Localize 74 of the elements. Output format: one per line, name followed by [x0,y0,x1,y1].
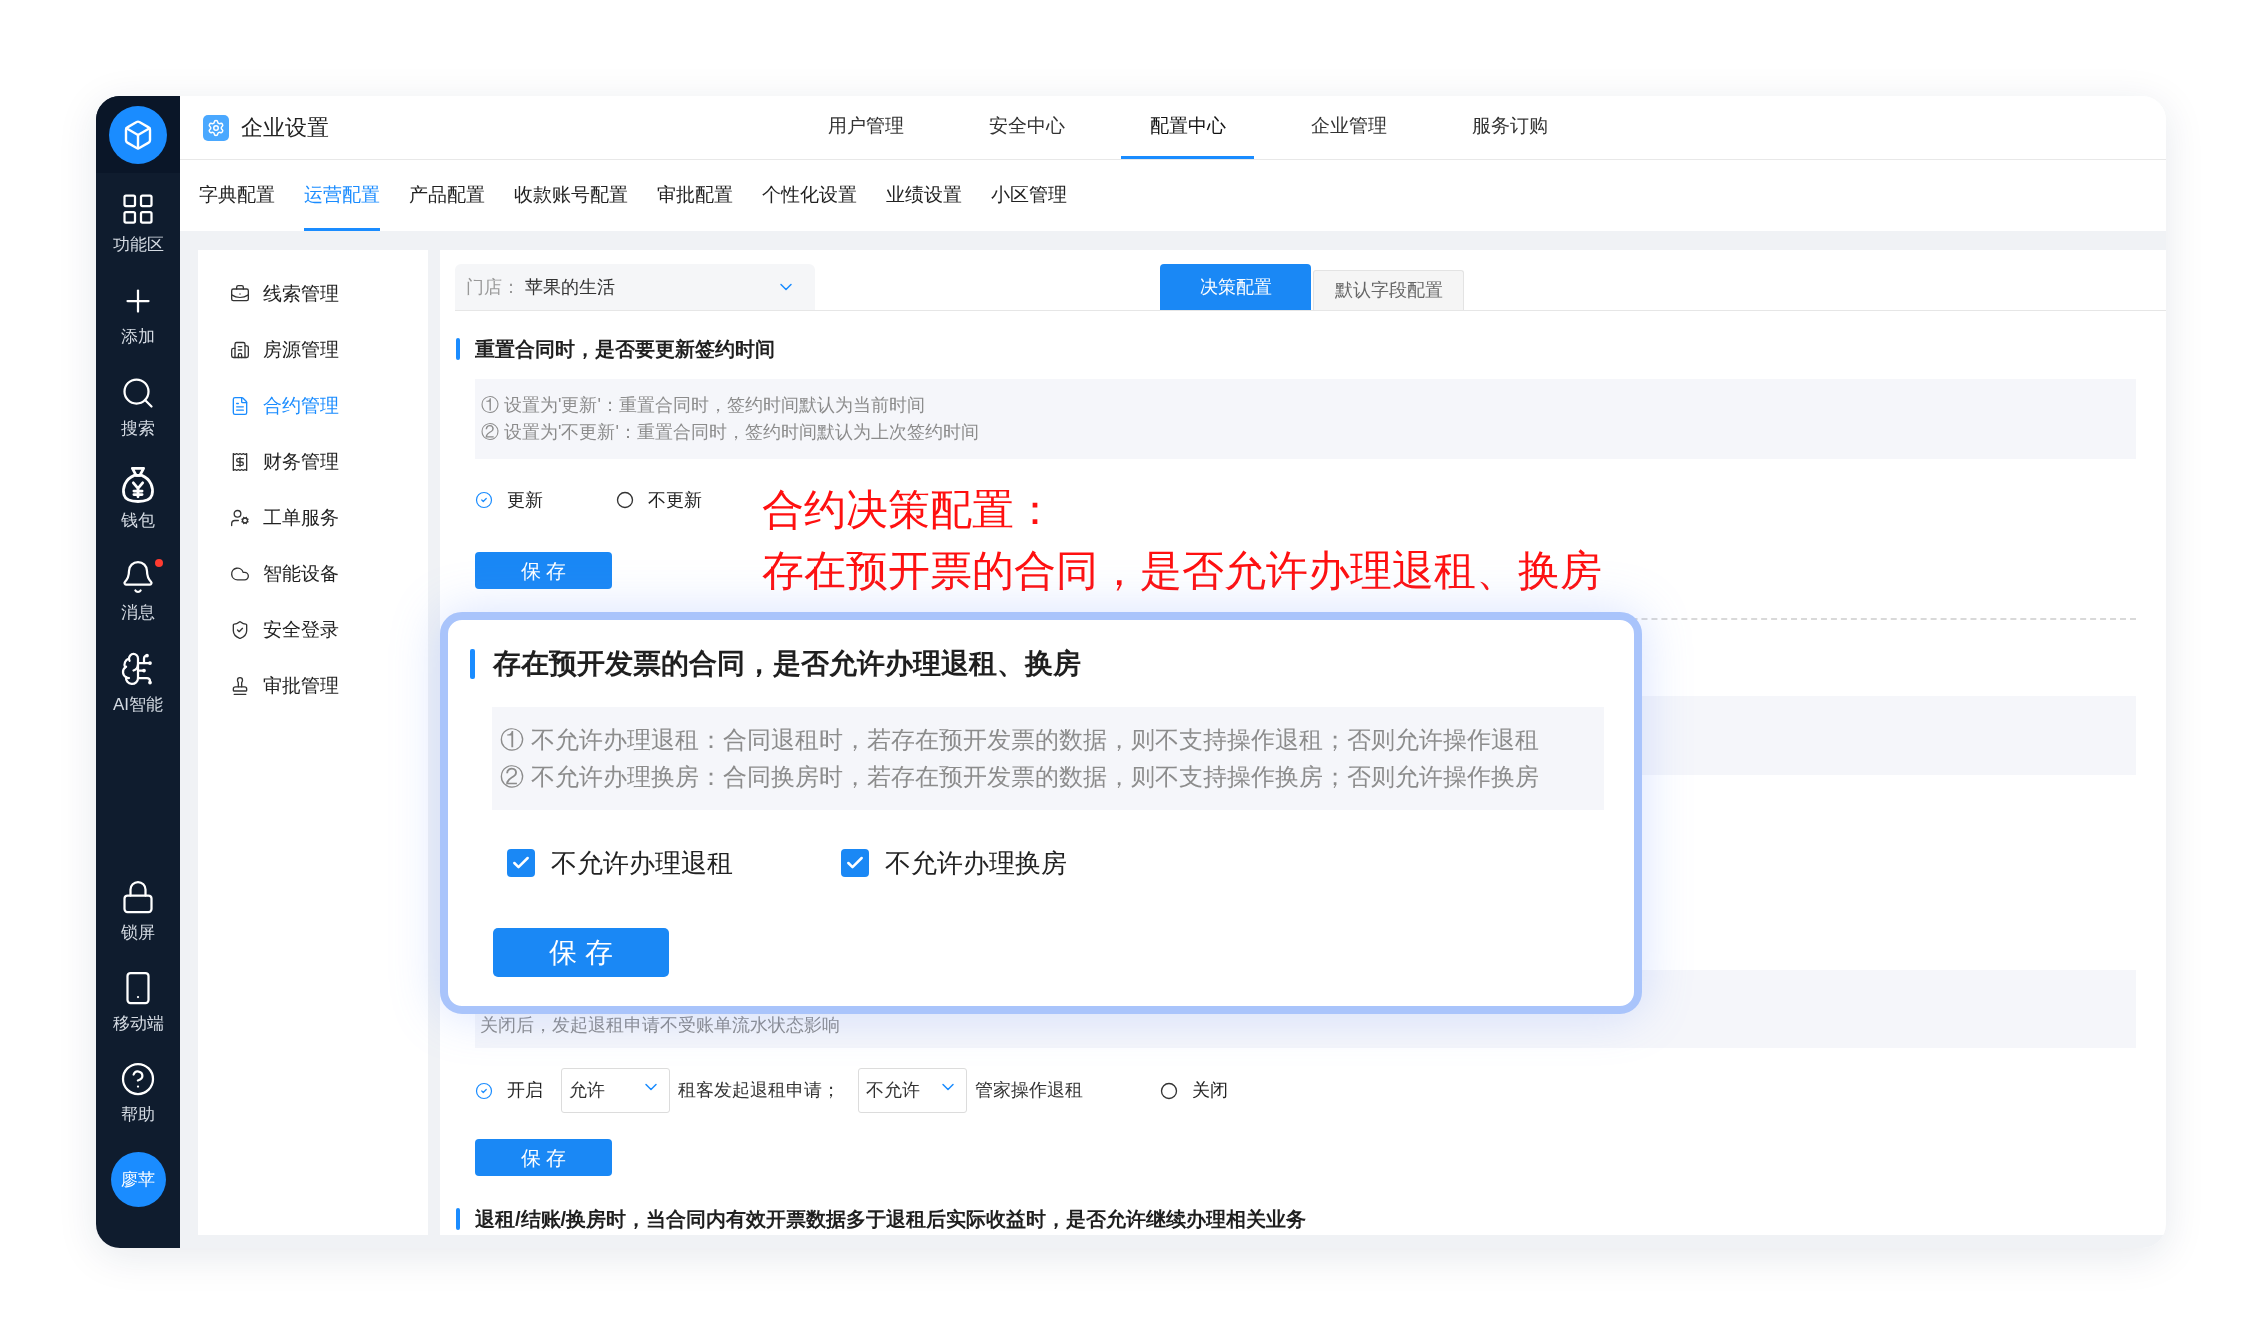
sidebar-item[interactable]: AI智能 [96,651,180,743]
nav-tab[interactable]: 安全中心 [960,96,1093,159]
config-tab[interactable]: 决策配置 [1160,264,1311,310]
save-button[interactable]: 保 存 [493,928,669,977]
stamp-icon [230,676,250,696]
heading-marker-icon [456,338,460,360]
radio-option[interactable]: 更新 [475,488,543,512]
menu-item[interactable]: 安全登录 [198,602,428,658]
section-title: 退租/结账/换房时，当合同内有效开票数据多于退租后实际收益时，是否允许继续办理相关业务 [475,1207,1307,1232]
note-text: ② 设置为'不更新'：重置合同时，签约时间默认为上次签约时间 [481,421,979,444]
inline-label: 管家操作退租 [975,1079,1083,1102]
sidebar-item[interactable]: 添加 [96,283,180,375]
menu-item[interactable]: 智能设备 [198,546,428,602]
radio-option[interactable]: 不更新 [616,488,702,512]
dropdown-select[interactable]: 不允许 [858,1068,967,1113]
sub-tab[interactable]: 产品配置 [409,160,485,231]
note-text: ① 不允许办理退租：合同退租时，若存在预开发票的数据，则不支持操作退租；否则允许操作退租 [500,725,1539,755]
search-icon [120,375,156,411]
heading-marker-icon [470,649,475,679]
heading-marker-icon [456,1208,460,1230]
menu-item[interactable]: 房源管理 [198,322,428,378]
note-text: 关闭后，发起退租申请不受账单流水状态影响 [480,1015,840,1035]
radio-option[interactable]: 开启 [475,1078,543,1103]
popup-title: 存在预开发票的合同，是否允许办理退租、换房 [493,648,1081,680]
store-label: 门店： [466,275,520,299]
save-button[interactable]: 保 存 [475,1139,612,1176]
sub-tab[interactable]: 审批配置 [657,160,733,231]
sub-tab[interactable]: 收款账号配置 [514,160,628,231]
dropdown-select[interactable]: 允许 [561,1068,670,1113]
menu-item[interactable]: 审批管理 [198,658,428,714]
sidebar-item[interactable]: 消息 [96,559,180,651]
menu-item[interactable]: 线索管理 [198,266,428,322]
note-text: ① 设置为'更新'：重置合同时，签约时间默认为当前时间 [481,394,925,417]
help-icon [120,1061,156,1097]
page-title: 企业设置 [241,114,329,142]
nav-tab[interactable]: 用户管理 [799,96,932,159]
sub-tab[interactable]: 个性化设置 [762,160,857,231]
sub-tab[interactable]: 字典配置 [199,160,275,231]
section-title: 重置合同时，是否要更新签约时间 [475,337,775,362]
sidebar-item[interactable]: 锁屏 [96,879,180,970]
menu-item[interactable]: 工单服务 [198,490,428,546]
sub-tab[interactable]: 业绩设置 [886,160,962,231]
bell-icon [120,559,156,595]
store-select[interactable]: 门店： 苹果的生活 [455,264,815,310]
shield-check-icon [230,620,250,640]
money-bag-icon [120,467,156,503]
checkbox-option[interactable]: 不允许办理退租 [507,849,733,877]
sub-tab[interactable]: 小区管理 [991,160,1067,231]
grid-icon [120,191,156,227]
lock-icon [120,879,156,915]
config-tab[interactable]: 默认字段配置 [1313,270,1464,310]
note-text: ② 不允许办理换房：合同换房时，若存在预开发票的数据，则不支持操作换房；否则允许操作换房 [500,762,1539,792]
sidebar-item[interactable]: 帮助 [96,1061,180,1152]
annotation-text: 合约决策配置： [762,485,1056,535]
cloud-icon [230,564,250,584]
sidebar-item[interactable]: 搜索 [96,375,180,467]
receipt-icon [230,452,250,472]
nav-tab[interactable]: 服务订购 [1443,96,1576,159]
radio-option[interactable]: 关闭 [1160,1078,1228,1103]
document-icon [230,396,250,416]
checkbox-option[interactable]: 不允许办理换房 [841,849,1067,877]
logo-icon[interactable] [109,105,167,164]
save-button[interactable]: 保 存 [475,552,612,589]
annotation-text: 存在预开票的合同，是否允许办理退租、换房 [762,546,1602,596]
sidebar-item[interactable]: 功能区 [96,191,180,283]
menu-item[interactable]: 财务管理 [198,434,428,490]
nav-tab[interactable]: 企业管理 [1282,96,1415,159]
settings-icon [203,114,229,141]
inline-label: 租客发起退租申请； [678,1079,840,1102]
user-gear-icon [230,508,250,528]
building-icon [230,340,250,360]
sidebar-item[interactable]: 钱包 [96,467,180,559]
sidebar-item[interactable]: 移动端 [96,970,180,1061]
briefcase-icon [230,284,250,304]
